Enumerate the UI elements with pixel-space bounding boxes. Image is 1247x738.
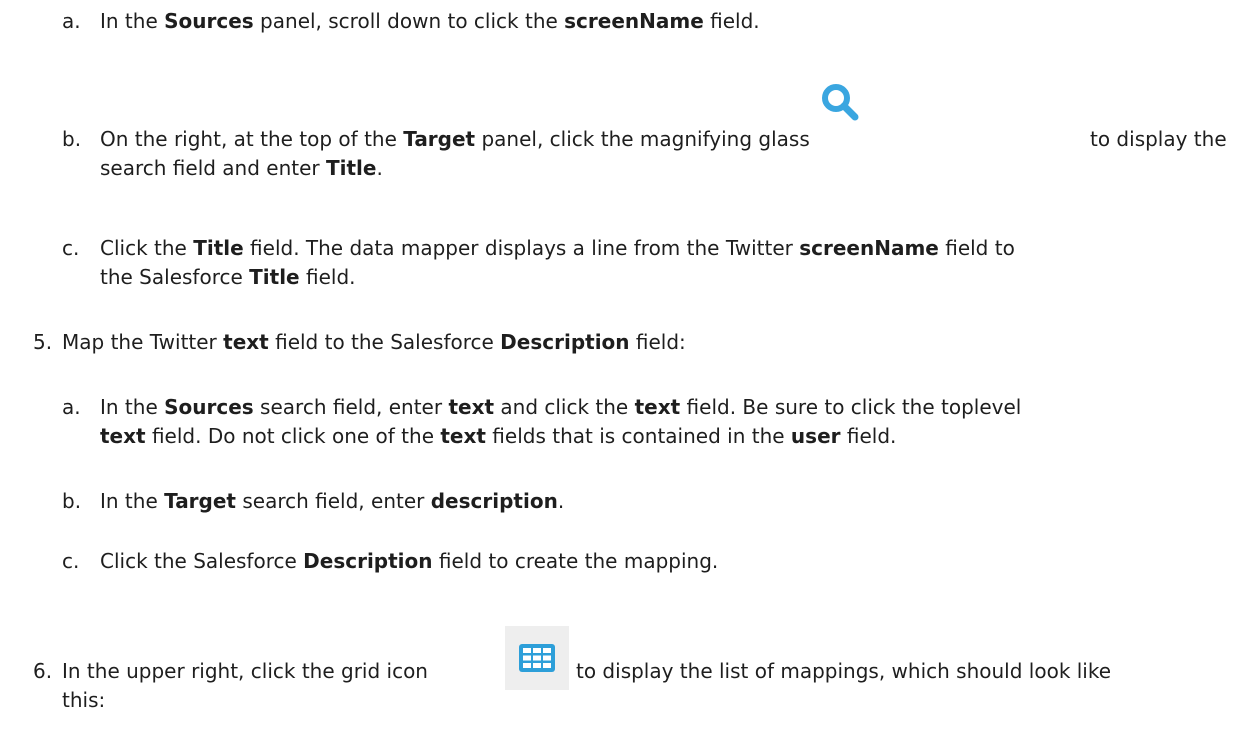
step-5a-line-2: text field. Do not click one of the text…: [100, 423, 896, 449]
text-run: the Salesforce: [100, 265, 250, 289]
step-marker: a.: [62, 9, 81, 33]
step-marker: a.: [62, 395, 81, 419]
step-5b-line: In the Target search field, enter descri…: [100, 488, 564, 514]
emphasis-term: text: [634, 395, 681, 419]
step-6-line-2: this:: [62, 687, 105, 713]
step-b-trailing-text: to display the: [1090, 127, 1227, 151]
emphasis-term: screenName: [799, 236, 939, 260]
text-run: field to create the mapping.: [432, 549, 719, 573]
step-marker: b.: [62, 127, 82, 151]
step-marker: c.: [62, 236, 80, 260]
step-b-target-line-2: search field and enter Title.: [100, 155, 383, 181]
text-run: field to: [938, 236, 1015, 260]
step-marker: 6.: [33, 659, 53, 683]
step-5c-line: Click the Salesforce Description field t…: [100, 548, 718, 574]
emphasis-term: text: [223, 330, 269, 354]
text-run: panel, click the magnifying glass: [475, 127, 810, 151]
text-run: field.: [703, 9, 760, 33]
text-run: On the right, at the top of the: [100, 127, 404, 151]
step-5-line: Map the Twitter text field to the Salesf…: [62, 329, 686, 355]
text-run: panel, scroll down to click the: [253, 9, 565, 33]
text-run: search field, enter: [253, 395, 449, 419]
step-6-line-1: In the upper right, click the grid icon: [62, 658, 428, 684]
step-marker: 5.: [33, 330, 53, 354]
emphasis-term: Title: [193, 236, 244, 260]
emphasis-term: Title: [249, 265, 300, 289]
step-c-title-line-2: the Salesforce Title field.: [100, 264, 356, 290]
text-run: field. The data mapper displays a line f…: [243, 236, 800, 260]
emphasis-term: description: [430, 489, 558, 513]
step-6-trailing-text: to display the list of mappings, which s…: [576, 659, 1112, 683]
text-run: In the: [100, 489, 165, 513]
text-run: search field, enter: [236, 489, 431, 513]
text-run: Map the Twitter: [62, 330, 224, 354]
emphasis-term: user: [790, 424, 841, 448]
search-icon: [822, 84, 859, 121]
step-marker: c.: [62, 549, 80, 573]
step-marker: b.: [62, 489, 82, 513]
step-c-title-line-1: Click the Title field. The data mapper d…: [100, 235, 1015, 261]
emphasis-term: Target: [164, 489, 236, 513]
step-b-target-line-1: On the right, at the top of the Target p…: [100, 126, 810, 152]
step-a-sources-line: In the Sources panel, scroll down to cli…: [100, 8, 760, 34]
text-run: field. Be sure to click the toplevel: [680, 395, 1022, 419]
text-run: .: [557, 489, 565, 513]
text-run: this:: [62, 688, 106, 712]
emphasis-term: text: [440, 424, 486, 448]
emphasis-term: text: [448, 395, 495, 419]
text-run: field.: [840, 424, 897, 448]
text-run: field to the Salesforce: [268, 330, 501, 354]
text-run: Click the Salesforce: [100, 549, 304, 573]
emphasis-term: Sources: [164, 9, 254, 33]
text-run: field:: [629, 330, 686, 354]
text-run: and click the: [494, 395, 635, 419]
text-run: fields that is contained in the: [485, 424, 791, 448]
emphasis-term: screenName: [564, 9, 704, 33]
text-run: Click the: [100, 236, 194, 260]
emphasis-term: Description: [303, 549, 433, 573]
step-5a-line-1: In the Sources search field, enter text …: [100, 394, 1021, 420]
emphasis-term: text: [100, 424, 146, 448]
text-run: .: [376, 156, 383, 180]
text-run: search field and enter: [100, 156, 326, 180]
emphasis-term: Target: [403, 127, 476, 151]
emphasis-term: Title: [326, 156, 377, 180]
text-run: In the: [100, 9, 165, 33]
text-run: field. Do not click one of the: [145, 424, 441, 448]
grid-icon: [505, 626, 569, 690]
text-run: In the upper right, click the grid icon: [62, 659, 428, 683]
text-run: In the: [100, 395, 165, 419]
emphasis-term: Sources: [164, 395, 254, 419]
emphasis-term: Description: [500, 330, 630, 354]
text-run: field.: [299, 265, 356, 289]
